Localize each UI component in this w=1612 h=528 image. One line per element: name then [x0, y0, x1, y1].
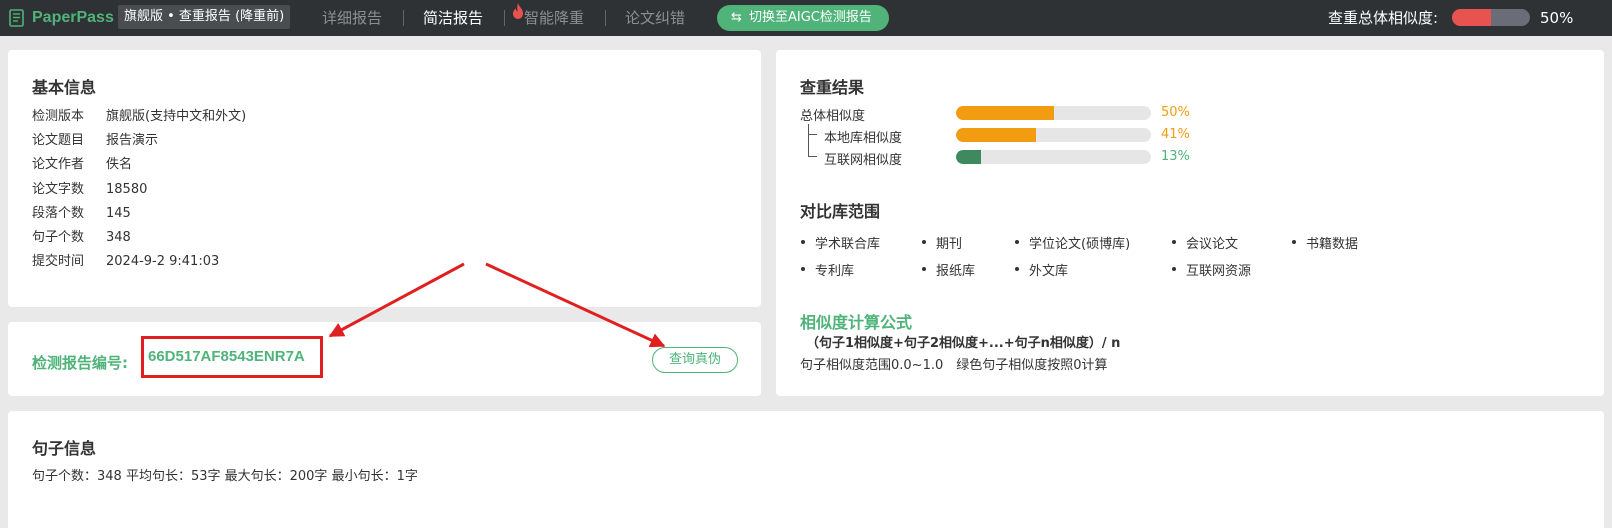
scope-title: 对比库范围 — [800, 202, 881, 221]
nav-divider — [605, 10, 606, 26]
flame-icon — [513, 3, 523, 19]
verify-authenticity-button[interactable]: 查询真伪 — [652, 347, 738, 373]
overall-similarity-bar — [1452, 9, 1530, 26]
app-name: PaperPass — [32, 9, 114, 26]
info-value: 2024-9-2 9:41:03 — [106, 254, 220, 269]
info-row: 论文题目 报告演示 — [32, 129, 158, 148]
result-bar-fill — [956, 128, 1036, 142]
formula-note: 句子相似度范围0.0~1.0 绿色句子相似度按照0计算 — [800, 358, 1108, 373]
scope-item: 外文库 — [1014, 260, 1068, 279]
basic-info-card: 基本信息 检测版本 旗舰版(支持中文和外文) 论文题目 报告演示 论文作者 佚名 论文… — [8, 50, 761, 307]
nav-divider — [504, 10, 505, 26]
switch-aigc-button[interactable]: ⇆ 切换至AIGC检测报告 — [717, 5, 889, 31]
result-bar-internet — [956, 150, 1151, 164]
info-key: 提交时间 — [32, 254, 85, 269]
info-value: 18580 — [106, 182, 148, 197]
info-key: 论文字数 — [32, 182, 85, 197]
scope-item: 学位论文(硕博库) — [1014, 233, 1130, 252]
app-logo[interactable]: PaperPass — [8, 7, 114, 29]
sentence-info-card: 句子信息 句子个数：348 平均句长：53字 最大句长：200字 最小句长：1字 — [8, 411, 1604, 528]
result-pct-overall: 50% — [1161, 105, 1190, 120]
info-key: 论文题目 — [32, 133, 85, 148]
info-value: 348 — [106, 230, 131, 245]
info-key: 论文作者 — [32, 157, 85, 172]
overall-similarity-value: 50% — [1540, 9, 1574, 27]
scope-item: 会议论文 — [1171, 233, 1238, 252]
scope-item: 书籍数据 — [1291, 233, 1358, 252]
info-value: 145 — [106, 206, 131, 221]
overall-similarity-fill — [1452, 9, 1491, 26]
results-card: 查重结果 总体相似度 50% 本地库相似度 41% 互联网相似度 13% 对比库… — [776, 50, 1604, 396]
nav-error-check[interactable]: 论文纠错 — [625, 0, 685, 36]
formula-text: （句子1相似度+句子2相似度+...+句子n相似度）/ n — [806, 336, 1121, 351]
nav-divider — [403, 10, 404, 26]
sentence-stats: 句子个数：348 平均句长：53字 最大句长：200字 最小句长：1字 — [32, 469, 418, 484]
report-number-label: 检测报告编号: — [32, 354, 128, 372]
scope-item: 专利库 — [800, 260, 854, 279]
book-icon — [9, 9, 24, 27]
nav-smart-rewrite[interactable]: 智能降重 — [524, 0, 584, 36]
scope-item: 学术联合库 — [800, 233, 880, 252]
switch-aigc-label: 切换至AIGC检测报告 — [749, 10, 872, 25]
sentence-info-title: 句子信息 — [32, 439, 97, 458]
info-row: 论文字数 18580 — [32, 178, 147, 197]
results-title: 查重结果 — [800, 78, 865, 97]
report-number: 66D517AF8543ENR7A — [141, 336, 323, 378]
basic-info-title: 基本信息 — [32, 78, 97, 97]
result-bar-local — [956, 128, 1151, 142]
result-pct-internet: 13% — [1161, 149, 1190, 164]
overall-similarity-label: 查重总体相似度: — [1328, 9, 1439, 27]
scope-item: 期刊 — [921, 233, 962, 252]
result-pct-local: 41% — [1161, 127, 1190, 142]
swap-icon: ⇆ — [731, 10, 742, 25]
info-row: 论文作者 佚名 — [32, 153, 132, 172]
info-row: 检测版本 旗舰版(支持中文和外文) — [32, 105, 246, 124]
nav-brief-report[interactable]: 简洁报告 — [423, 0, 483, 36]
report-number-card: 检测报告编号: 66D517AF8543ENR7A 查询真伪 — [8, 322, 761, 396]
result-label-overall: 总体相似度 — [800, 109, 866, 124]
info-value: 旗舰版(支持中文和外文) — [106, 109, 247, 124]
info-key: 句子个数 — [32, 230, 85, 245]
tree-connector — [808, 124, 817, 135]
result-bar-overall — [956, 106, 1151, 120]
info-row: 提交时间 2024-9-2 9:41:03 — [32, 250, 219, 269]
scope-item: 互联网资源 — [1171, 260, 1251, 279]
result-bar-fill — [956, 150, 982, 164]
top-bar: PaperPass 旗舰版 • 查重报告 (降重前) 详细报告 简洁报告 智能降… — [0, 0, 1612, 36]
result-label-local: 本地库相似度 — [824, 131, 903, 146]
result-label-internet: 互联网相似度 — [824, 153, 903, 168]
nav-detail-report[interactable]: 详细报告 — [322, 0, 382, 36]
info-row: 句子个数 348 — [32, 226, 131, 245]
tree-connector — [808, 135, 817, 157]
info-row: 段落个数 145 — [32, 202, 131, 221]
formula-title: 相似度计算公式 — [800, 313, 913, 332]
info-value: 报告演示 — [106, 133, 159, 148]
result-bar-fill — [956, 106, 1054, 120]
edition-badge: 旗舰版 • 查重报告 (降重前) — [118, 5, 291, 29]
info-key: 段落个数 — [32, 206, 85, 221]
info-key: 检测版本 — [32, 109, 85, 124]
scope-item: 报纸库 — [921, 260, 975, 279]
info-value: 佚名 — [106, 157, 133, 172]
